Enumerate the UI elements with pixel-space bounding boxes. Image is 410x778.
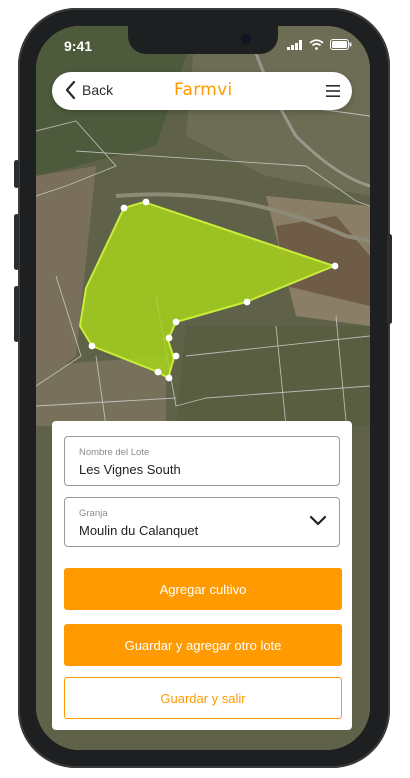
vertex-handle-icon[interactable] [165, 334, 173, 342]
volume-down-button [14, 286, 19, 342]
vertex-handle-icon[interactable] [165, 374, 173, 382]
top-app-bar: Back Farmvi [52, 72, 352, 110]
power-button [387, 234, 392, 324]
silent-switch [14, 160, 19, 188]
screen: 9:41 Back Farmvi Nombre del Lote Les Vig… [36, 26, 370, 750]
menu-button[interactable] [326, 84, 340, 103]
save-and-add-another-button[interactable]: Guardar y agregar otro lote [64, 624, 342, 666]
vertex-handle-icon[interactable] [331, 262, 339, 270]
camera-icon [241, 34, 251, 44]
save-and-exit-button[interactable]: Guardar y salir [64, 677, 342, 719]
lot-name-label: Nombre del Lote [79, 447, 150, 458]
farm-select[interactable]: Granja Moulin du Calanquet [64, 497, 340, 547]
vertex-handle-icon[interactable] [120, 204, 128, 212]
chevron-down-icon [309, 515, 327, 526]
lot-name-value: Les Vignes South [79, 462, 181, 477]
vertex-handle-icon[interactable] [172, 352, 180, 360]
signal-icon [287, 39, 302, 50]
chevron-left-icon [65, 80, 76, 100]
notch [128, 26, 278, 54]
vertex-handle-icon[interactable] [154, 368, 162, 376]
back-label: Back [82, 82, 114, 98]
vertex-handle-icon[interactable] [142, 198, 150, 206]
farmvi-logo: Farmvi [174, 80, 233, 100]
status-icons [287, 39, 352, 50]
lot-form-panel: Nombre del Lote Les Vignes South Granja … [52, 421, 352, 730]
add-crop-button[interactable]: Agregar cultivo [64, 568, 342, 610]
wifi-icon [309, 39, 324, 50]
vertex-handle-icon[interactable] [88, 342, 96, 350]
status-time: 9:41 [64, 38, 93, 54]
hamburger-menu-icon [326, 85, 340, 97]
farm-value: Moulin du Calanquet [79, 523, 199, 538]
battery-icon [330, 39, 352, 50]
farm-label: Granja [79, 508, 108, 519]
status-bar: 9:41 [36, 26, 370, 64]
terrain-patch [176, 326, 370, 426]
lot-name-field[interactable]: Nombre del Lote Les Vignes South [64, 436, 340, 486]
vertex-handle-icon[interactable] [172, 318, 180, 326]
volume-up-button [14, 214, 19, 270]
back-button[interactable]: Back [64, 80, 113, 100]
vertex-handle-icon[interactable] [243, 298, 251, 306]
